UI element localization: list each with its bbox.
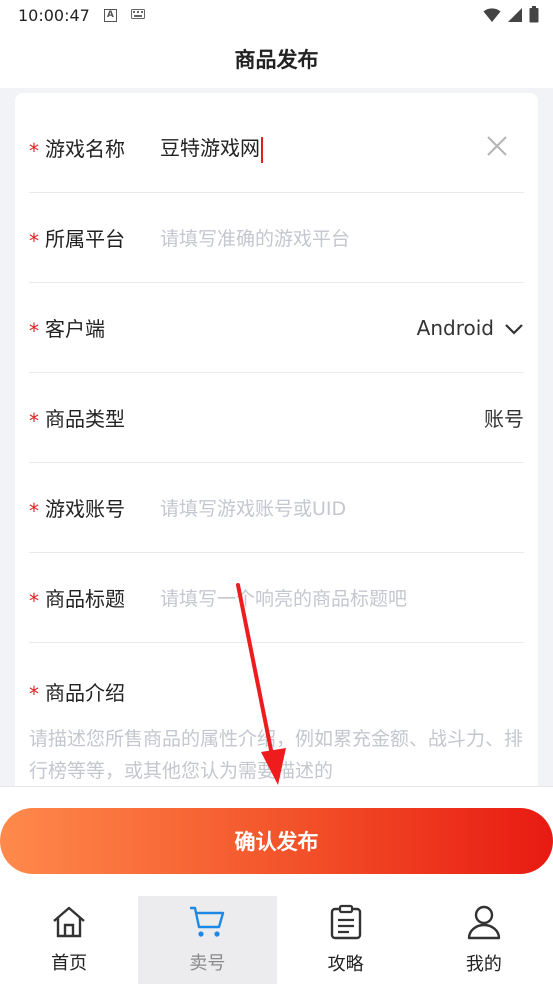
home-icon — [51, 905, 87, 943]
product-type-value[interactable]: 账号 — [484, 403, 524, 432]
product-title-input[interactable]: 请填写一个响亮的商品标题吧 — [160, 584, 524, 611]
battery-icon — [529, 6, 539, 27]
wifi-icon — [483, 7, 501, 27]
tab-profile[interactable]: 我的 — [415, 896, 553, 984]
status-icons — [483, 6, 539, 27]
page-header: 商品发布 — [0, 30, 553, 88]
product-intro-row: * 商品介绍 请描述您所售商品的属性介绍，例如累充金额、战斗力、排行榜等等，或其… — [29, 671, 524, 787]
tab-label: 首页 — [51, 953, 88, 974]
page-title: 商品发布 — [234, 48, 319, 72]
product-title-row[interactable]: * 商品标题 请填写一个响亮的商品标题吧 — [29, 553, 524, 643]
publish-form: * 游戏名称 豆特游戏网 * 所属平台 请填写准确的游戏平台 * 客户端 And… — [15, 93, 538, 793]
game-account-label: 游戏账号 — [45, 497, 125, 521]
required-mark: * — [29, 498, 39, 523]
text-cursor — [261, 136, 263, 163]
client-value: Android — [416, 315, 494, 340]
chevron-down-icon — [504, 316, 524, 340]
product-intro-textarea[interactable]: 请描述您所售商品的属性介绍，例如累充金额、战斗力、排行榜等等，或其他您认为需要描… — [29, 723, 524, 787]
required-mark: * — [29, 138, 39, 163]
client-select[interactable]: Android — [417, 316, 524, 340]
platform-row[interactable]: * 所属平台 请填写准确的游戏平台 — [29, 193, 524, 283]
product-intro-label: 商品介绍 — [45, 680, 125, 705]
signal-icon — [507, 7, 523, 27]
required-mark: * — [29, 228, 39, 253]
tab-label: 我的 — [465, 954, 502, 975]
platform-input[interactable]: 请填写准确的游戏平台 — [160, 224, 524, 251]
bottom-tab-bar: 首页 卖号 攻略 我的 — [0, 896, 553, 984]
confirm-publish-button[interactable]: 确认发布 — [0, 808, 553, 874]
cart-icon — [188, 905, 226, 943]
game-name-row[interactable]: * 游戏名称 豆特游戏网 — [29, 103, 524, 193]
required-mark: * — [29, 682, 39, 706]
client-row[interactable]: * 客户端 Android — [29, 283, 524, 373]
status-time: 10:00:47 — [18, 5, 90, 25]
tab-sell[interactable]: 卖号 — [138, 896, 277, 984]
a-notification-icon: A — [103, 8, 117, 22]
tab-label: 攻略 — [327, 954, 364, 975]
game-account-row[interactable]: * 游戏账号 请填写游戏账号或UID — [29, 463, 524, 553]
platform-label: 所属平台 — [45, 227, 125, 251]
tab-home[interactable]: 首页 — [0, 896, 138, 984]
required-mark: * — [29, 408, 39, 433]
product-type-row[interactable]: * 商品类型 账号 — [29, 373, 524, 463]
client-label: 客户端 — [45, 317, 105, 341]
tab-guide[interactable]: 攻略 — [277, 896, 415, 984]
keyboard-icon — [130, 8, 145, 22]
product-title-label: 商品标题 — [45, 587, 125, 611]
required-mark: * — [29, 588, 39, 613]
confirm-bar: 确认发布 — [0, 786, 553, 896]
required-mark: * — [29, 318, 39, 343]
tab-label: 卖号 — [189, 953, 226, 974]
product-intro-header: * 商品介绍 — [29, 671, 524, 711]
game-account-input[interactable]: 请填写游戏账号或UID — [160, 494, 524, 521]
profile-icon — [466, 904, 502, 944]
clear-icon[interactable] — [486, 135, 508, 161]
product-type-label: 商品类型 — [45, 407, 125, 431]
game-name-input[interactable]: 豆特游戏网 — [160, 132, 486, 163]
game-name-label: 游戏名称 — [45, 137, 125, 161]
clipboard-icon — [329, 904, 363, 944]
game-name-value: 豆特游戏网 — [160, 136, 260, 161]
status-bar: 10:00:47 A — [0, 0, 553, 30]
